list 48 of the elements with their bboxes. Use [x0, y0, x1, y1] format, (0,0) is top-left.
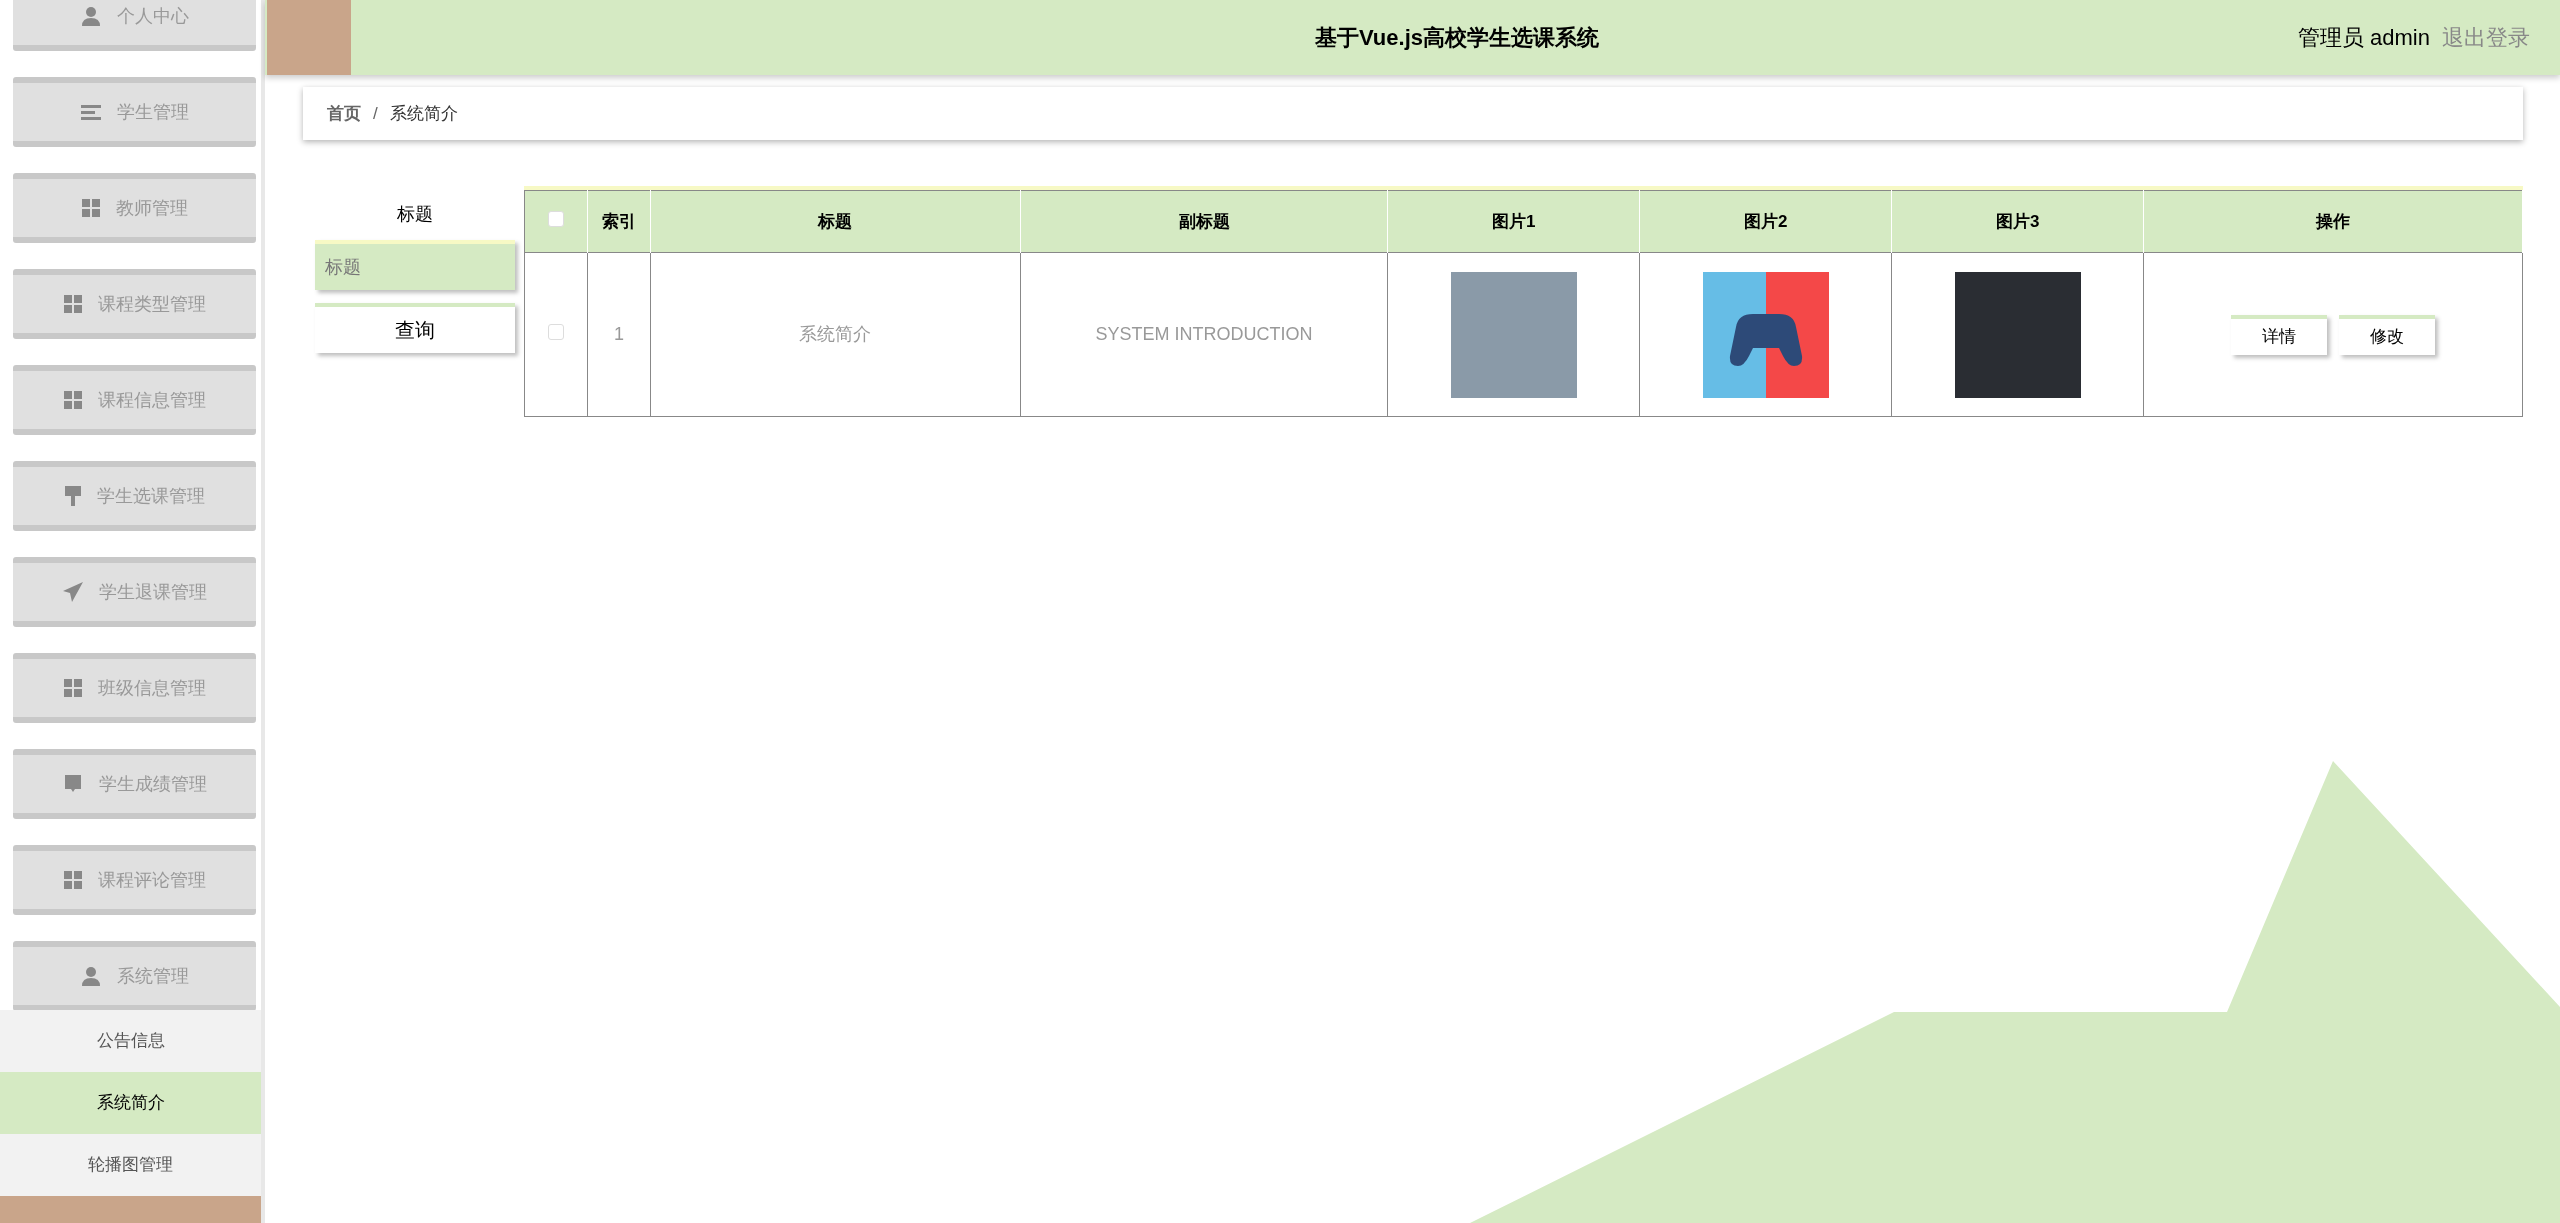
breadcrumb-separator: / — [373, 102, 378, 125]
user-icon — [80, 6, 101, 26]
submenu-item[interactable]: 轮播图管理 — [0, 1134, 261, 1196]
grid-icon — [63, 391, 82, 409]
column-header: 操作 — [2143, 190, 2523, 253]
column-header: 图片1 — [1387, 190, 1640, 253]
submenu-item[interactable]: 公告信息 — [0, 1010, 261, 1072]
column-header: 索引 — [587, 190, 651, 253]
user-icon — [80, 966, 101, 986]
paper-plane-icon — [62, 582, 83, 602]
grid-icon — [63, 295, 82, 313]
site-title: 基于Vue.js高校学生选课系统 — [1315, 24, 1599, 52]
sidebar-menu-item[interactable]: 课程信息管理 — [13, 365, 256, 435]
sidebar-menu-item[interactable]: 教师管理 — [13, 173, 256, 243]
submenu-item[interactable]: 系统简介 — [0, 1072, 261, 1134]
user-name: 管理员 admin — [2297, 24, 2430, 52]
sidebar-menu-item[interactable]: 学生成绩管理 — [13, 749, 256, 819]
query-button[interactable]: 查询 — [315, 303, 515, 353]
column-header: 图片2 — [1639, 190, 1892, 253]
table-cell: 1 — [587, 252, 651, 417]
sidebar-menu-item[interactable]: 课程评论管理 — [13, 845, 256, 915]
sidebar-menu-item[interactable]: 班级信息管理 — [13, 653, 256, 723]
grid-icon — [63, 871, 82, 889]
row-action-button[interactable]: 详情 — [2231, 314, 2328, 355]
breadcrumb-link[interactable]: 首页 — [327, 100, 361, 127]
sidebar-menu-item[interactable]: 系统管理 — [13, 941, 256, 1011]
brush-icon — [64, 486, 81, 506]
column-header: 图片3 — [1891, 190, 2144, 253]
menu-icon — [80, 104, 101, 120]
row-action-button[interactable]: 修改 — [2339, 314, 2436, 355]
column-header: 标题 — [650, 190, 1021, 253]
grid-icon — [81, 199, 100, 217]
checkbox[interactable] — [547, 210, 564, 227]
sidebar-menu-item[interactable]: 课程类型管理 — [13, 269, 256, 339]
grid-icon — [63, 679, 82, 697]
sidebar-menu-item[interactable]: 学生退课管理 — [13, 557, 256, 627]
title-search-field[interactable]: 标题 — [315, 240, 515, 290]
table-cell: 系统简介 — [650, 252, 1021, 417]
sidebar-menu-item[interactable]: 个人中心 — [13, 0, 256, 51]
column-header: 副标题 — [1020, 190, 1388, 253]
table-cell: SYSTEM INTRODUCTION — [1020, 252, 1388, 417]
sidebar-menu-item[interactable]: 学生管理 — [13, 77, 256, 147]
breadcrumb-link[interactable]: 系统简介 — [389, 100, 458, 127]
sidebar-menu-item[interactable]: 学生选课管理 — [13, 461, 256, 531]
checkbox[interactable] — [547, 323, 564, 340]
logout-link[interactable]: 退出登录 — [2442, 21, 2530, 54]
tray-icon — [62, 775, 83, 793]
search-label: 标题 — [397, 203, 433, 226]
